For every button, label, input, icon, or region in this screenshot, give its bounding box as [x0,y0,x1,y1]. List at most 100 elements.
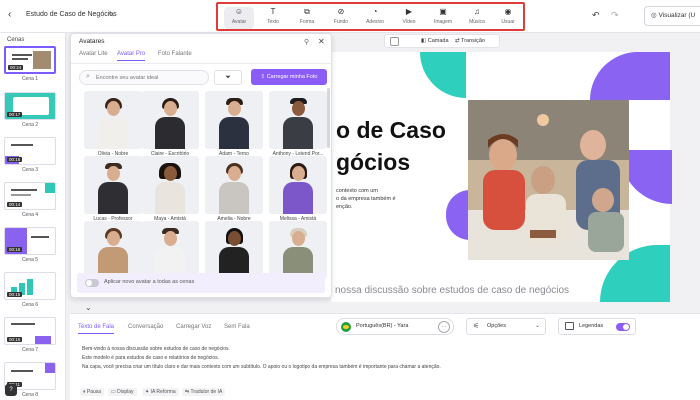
scene-item-4[interactable]: 00:14 Cena 4 [4,182,56,218]
canvas-toolbar: ◧ Camada ⇄ Transição [384,34,500,48]
pause-button[interactable]: ⏸ Pausa [80,388,105,396]
layer-button[interactable]: ◧ Camada [421,38,449,44]
scrollbar[interactable] [327,88,330,148]
toolbar-background-button[interactable]: ⊘ Fundo [326,7,356,29]
transition-button[interactable]: ⇄ Transição [455,38,485,44]
scene-duration: 00:16 [7,157,23,162]
panel-title: Avatares [79,38,105,45]
scene-caption: Cena 4 [21,212,39,218]
chevron-down-icon: ⌄ [534,323,540,329]
scene-caption: Cena 5 [21,257,39,263]
toolbar-user-button[interactable]: ◉ Usuar [493,7,523,29]
captions-toggle[interactable] [616,323,630,331]
color-swatch-icon[interactable] [390,37,399,46]
avatar-card[interactable]: Melissa - Amistá [269,156,327,222]
tab-carregar-voz[interactable]: Carregar Voz [176,324,211,333]
toolbar-image-button[interactable]: ▣ Imagem [428,7,458,29]
avatar-card[interactable] [141,221,199,281]
avatar-card[interactable]: Lucas - Professor [84,156,142,222]
avatar-card[interactable]: Adam - Terno [205,91,263,157]
filter-button[interactable]: ⏷ [214,70,242,85]
avatar-card[interactable]: Anthony - Leiend Por... [269,91,327,157]
preview-button[interactable]: ◎ Visualizar (U [644,6,700,26]
layers-icon: ◧ [421,38,428,44]
avatar-card[interactable]: Maya - Amistá [141,156,199,222]
toolbar-avatar-button[interactable]: ☺ Avatar [224,7,254,29]
scenes-label: Cenas [7,37,25,43]
slide-body-text[interactable]: contexto com um o da empresa também é en… [336,187,396,211]
avatar-card[interactable] [269,221,327,281]
help-button[interactable]: ? [5,384,17,396]
scene-caption: Cena 1 [21,76,39,82]
toolbar-video-button[interactable]: ▶ Vídeo [394,7,424,29]
toolbar-text-button[interactable]: T Texto [258,7,288,29]
document-title[interactable]: Estudo de Caso de Negócios [26,11,117,18]
pin-icon[interactable]: ⚲ [304,38,309,46]
top-bar: ‹ Estudo de Caso de Negócios ✎ ☺ Avatar … [0,0,700,33]
scene-thumbnail: 00:16 [4,317,56,345]
script-text-area[interactable]: Bem-vindo à nossa discussão sobre estudo… [82,345,642,372]
scene-duration: 00:17 [7,112,23,117]
apply-all-row: Aplicar novo avatar a todas as cenas [77,273,325,293]
close-icon[interactable]: ✕ [318,37,325,46]
chevron-down-icon[interactable]: ⌄ [85,303,92,312]
scene-item-7[interactable]: 00:16 Cena 7 [4,317,56,353]
slide-photo[interactable] [468,100,629,260]
tab-avatar-pro[interactable]: Avatar Pro [117,51,146,61]
ai-rewrite-button[interactable]: ✦ IA Reforma [142,388,179,396]
voice-selector[interactable]: Português(BR) - Yara ··· [336,318,454,335]
scene-thumbnail: 00:16 [4,227,56,255]
insert-toolbar: ☺ Avatar T Texto ⧉ Forma ⊘ Fundo ◔ Adesi… [216,2,525,31]
search-icon: ⌕ [86,73,90,80]
toolbar-sticker-button[interactable]: ◔ Adesivo [360,7,390,29]
tab-sem-fala[interactable]: Sem Fala [224,324,250,333]
apply-all-toggle[interactable] [85,279,99,287]
scene-caption: Cena 2 [21,122,39,128]
tab-conversacao[interactable]: Conversação [128,324,163,333]
scene-item-6[interactable]: 00:15 Cena 6 [4,272,56,308]
avatar-thumbnail [84,91,142,149]
back-button[interactable]: ‹ [8,9,20,21]
tab-foto-falante[interactable]: Foto Falante [158,51,192,60]
options-dropdown[interactable]: ⚟ Opções ⌄ [466,318,546,335]
undo-icon[interactable]: ↶ [592,10,600,21]
pencil-icon[interactable]: ✎ [108,10,115,19]
caption-preview: nossa discussão sobre estudos de caso de… [335,285,570,296]
scene-caption: Cena 6 [21,302,39,308]
scene-thumbnail: 00:14 [4,182,56,210]
avatar-card[interactable] [205,221,263,281]
toolbar-shape-button[interactable]: ⧉ Forma [292,7,322,29]
tab-avatar-lite[interactable]: Avatar Lite [79,51,108,60]
scene-duration: 00:16 [7,337,23,342]
ai-translator-button[interactable]: ⇆ Tradutor de IA [182,388,226,396]
scene-thumbnail: 00:16 [4,137,56,165]
avatar-card[interactable]: Olivia - Nobre [84,91,142,157]
user-icon: ◉ [504,7,512,16]
scene-item-3[interactable]: 00:16 Cena 3 [4,137,56,173]
avatar-card[interactable] [84,221,142,281]
background-icon: ⊘ [337,7,345,16]
avatar-search-input[interactable] [96,73,271,83]
avatar-search: ⌕ [79,70,271,85]
scene-caption: Cena 3 [21,167,39,173]
scene-thumbnail: 00:15 [4,272,56,300]
scene-item-1[interactable]: 00:24 Cena 1 [4,46,56,82]
tab-texto-de-fala[interactable]: Texto de Fala [78,324,115,334]
avatar-card[interactable]: Claire - Escritório [141,91,199,157]
scene-item-2[interactable]: 00:17 Cena 2 [4,92,56,128]
captions-control: Legendas [558,318,636,335]
redo-icon[interactable]: ↷ [611,10,619,21]
scene-thumbnail: 00:24 [4,46,56,74]
more-icon[interactable]: ··· [438,321,450,333]
display-button[interactable]: ▭ Display [108,388,137,396]
scene-item-5[interactable]: 00:16 Cena 5 [4,227,56,263]
toolbar-music-button[interactable]: ♫ Música [462,7,492,29]
avatar-thumbnail [205,221,263,279]
upload-photo-button[interactable]: ⇪ Carregar minha Foto [251,69,327,85]
scene-duration: 00:15 [7,292,23,297]
slide-title[interactable]: o de Caso gócios [336,114,446,178]
sticker-icon: ◔ [372,7,378,16]
music-icon: ♫ [474,7,480,16]
scene-duration: 00:24 [8,65,24,70]
avatar-card[interactable]: Amelia - Nobre [205,156,263,222]
